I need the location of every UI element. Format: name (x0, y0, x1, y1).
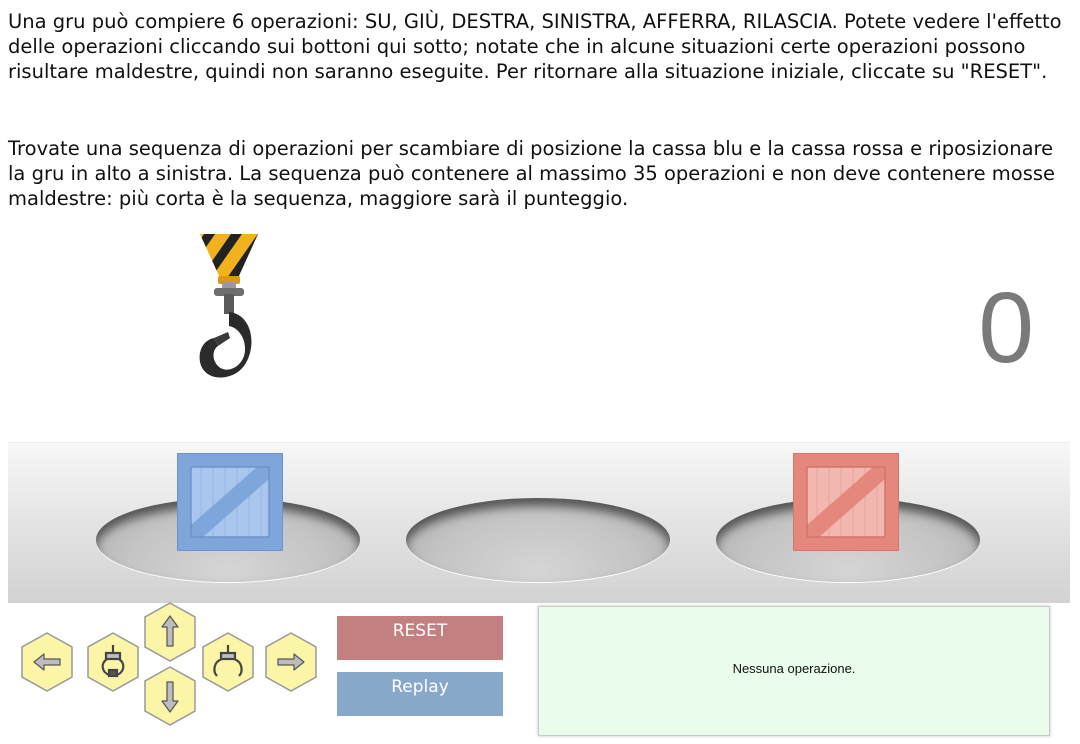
release-button[interactable] (201, 632, 255, 692)
up-button[interactable] (143, 602, 197, 662)
operation-log-panel: Nessuna operazione. (538, 606, 1050, 736)
operation-log-text: Nessuna operazione. (732, 661, 856, 676)
red-crate (793, 453, 899, 551)
reset-button[interactable]: RESET (337, 616, 503, 660)
instructions-paragraph-1: Una gru può compiere 6 operazioni: SU, G… (8, 10, 1062, 83)
left-button[interactable] (20, 632, 74, 692)
instructions-paragraph-2: Trovate una sequenza di operazioni per s… (8, 137, 1056, 210)
operation-counter: 0 (978, 272, 1034, 384)
right-button[interactable] (264, 632, 318, 692)
blue-crate (177, 453, 283, 551)
down-button[interactable] (143, 666, 197, 726)
replay-button[interactable]: Replay (337, 672, 503, 716)
crane-hook-icon (199, 234, 258, 378)
grab-button[interactable] (86, 632, 140, 692)
game-stage: 0 (0, 228, 1080, 603)
crate-slot-2 (406, 498, 670, 582)
